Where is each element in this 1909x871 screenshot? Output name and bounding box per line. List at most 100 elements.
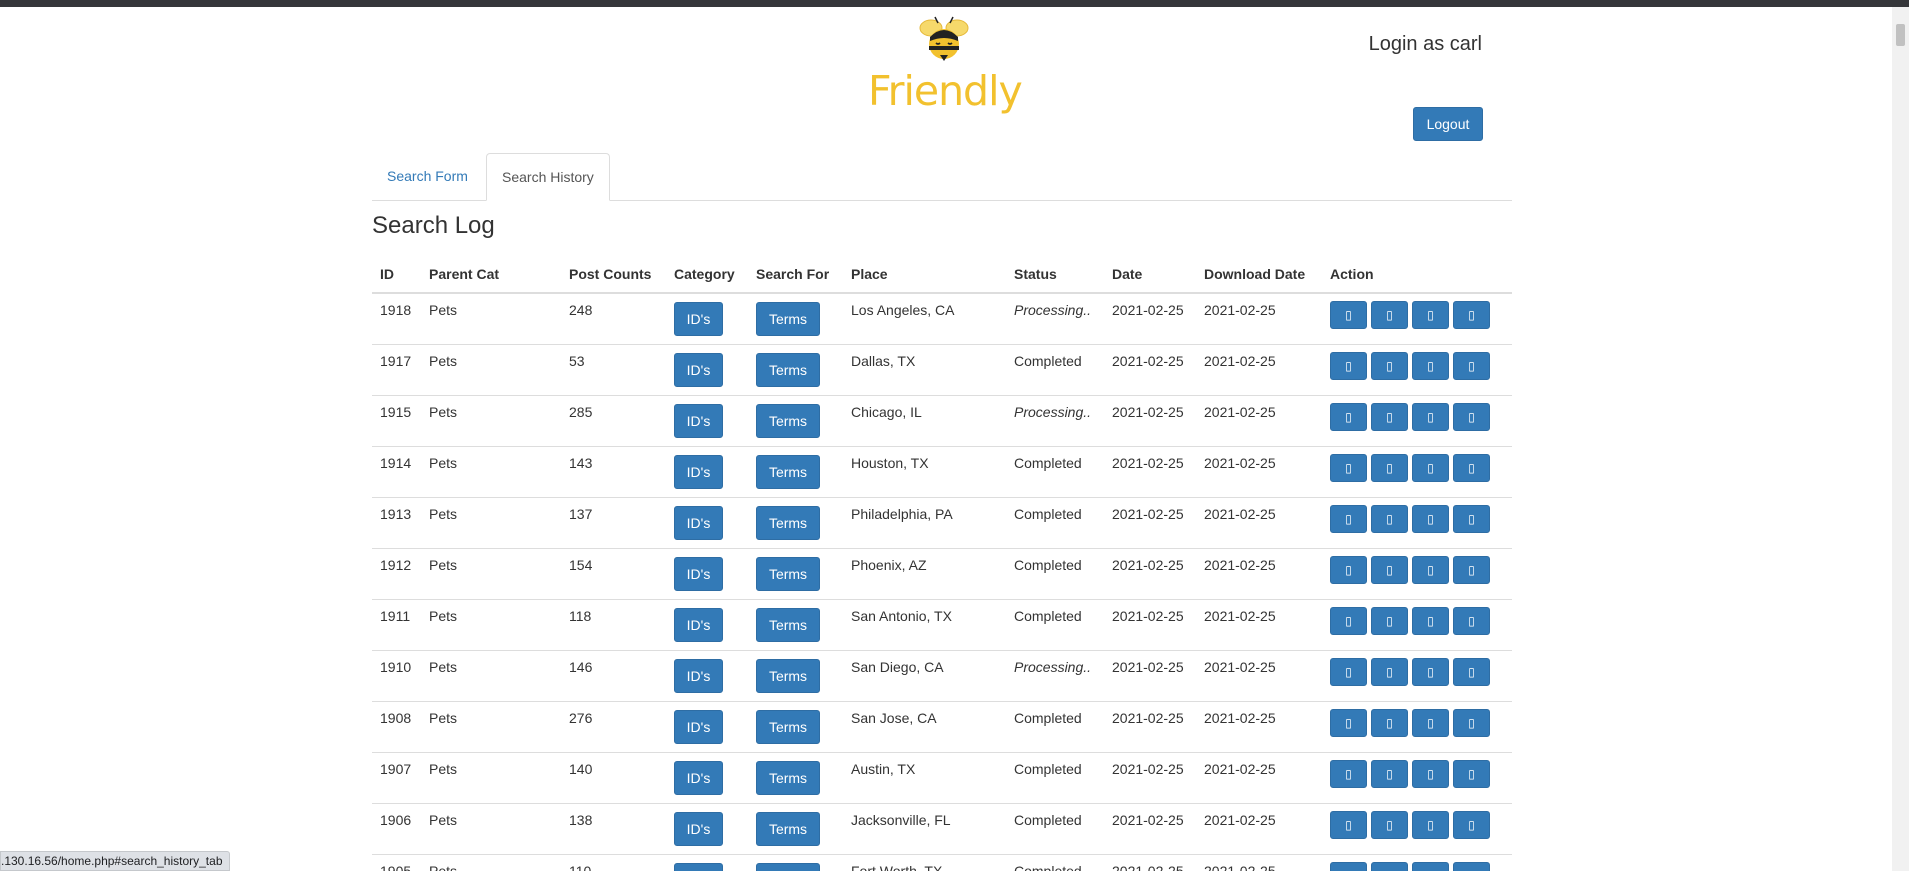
action-4-button[interactable]: ▯ xyxy=(1453,708,1490,737)
brand-logo[interactable]: Friendly xyxy=(868,13,1023,115)
search-for-terms-button[interactable]: Terms xyxy=(756,607,820,642)
action-2-button[interactable]: ▯ xyxy=(1371,657,1408,686)
table-row: 1917 Pets 53 ID's Terms Dallas, TX Completed 20… xyxy=(372,343,1512,395)
action-1-button[interactable]: ▯ xyxy=(1330,861,1367,871)
category-ids-button[interactable]: ID's xyxy=(674,403,723,438)
search-for-terms-button[interactable]: Terms xyxy=(756,658,820,693)
search-for-terms-button[interactable]: Terms xyxy=(756,454,820,489)
action-3-button[interactable]: ▯ xyxy=(1412,861,1449,871)
action-2-button[interactable]: ▯ xyxy=(1371,606,1408,635)
action-1-button[interactable]: ▯ xyxy=(1330,606,1367,635)
action-3-button[interactable]: ▯ xyxy=(1412,657,1449,686)
brand-wordmark: Friendly xyxy=(868,67,1023,115)
category-ids-button[interactable]: ID's xyxy=(674,302,723,336)
action-2-button[interactable]: ▯ xyxy=(1371,810,1408,839)
cell-post-counts: 285 xyxy=(561,394,666,446)
action-3-button[interactable]: ▯ xyxy=(1412,453,1449,482)
action-1-button[interactable]: ▯ xyxy=(1330,708,1367,737)
action-3-button[interactable]: ▯ xyxy=(1412,759,1449,788)
scrollbar-thumb[interactable] xyxy=(1896,24,1905,46)
action-2-button[interactable]: ▯ xyxy=(1371,453,1408,482)
cell-place: San Diego, CA xyxy=(843,649,1006,701)
action-4-button[interactable]: ▯ xyxy=(1453,657,1490,686)
action-3-button[interactable]: ▯ xyxy=(1412,810,1449,839)
search-for-terms-button[interactable]: Terms xyxy=(756,352,820,387)
cell-actions: ▯▯▯▯ xyxy=(1322,598,1512,650)
category-ids-button[interactable]: ID's xyxy=(674,862,723,871)
col-header-place: Place xyxy=(843,256,1006,294)
cell-post-counts: 140 xyxy=(561,751,666,803)
action-4-button[interactable]: ▯ xyxy=(1453,301,1490,329)
action-1-button[interactable]: ▯ xyxy=(1330,555,1367,584)
cell-place: Philadelphia, PA xyxy=(843,496,1006,548)
action-1-button[interactable]: ▯ xyxy=(1330,351,1367,380)
page-scrollbar[interactable] xyxy=(1892,7,1909,871)
search-for-terms-button[interactable]: Terms xyxy=(756,811,820,846)
action-4-button[interactable]: ▯ xyxy=(1453,453,1490,482)
action-1-button[interactable]: ▯ xyxy=(1330,402,1367,431)
action-3-button[interactable]: ▯ xyxy=(1412,351,1449,380)
cell-actions: ▯▯▯▯ xyxy=(1322,802,1512,854)
category-ids-button[interactable]: ID's xyxy=(674,760,723,795)
action-4-button[interactable]: ▯ xyxy=(1453,606,1490,635)
cell-actions: ▯▯▯▯ xyxy=(1322,292,1512,344)
action-4-button[interactable]: ▯ xyxy=(1453,504,1490,533)
action-3-button[interactable]: ▯ xyxy=(1412,504,1449,533)
action-3-button[interactable]: ▯ xyxy=(1412,301,1449,329)
search-for-terms-button[interactable]: Terms xyxy=(756,862,820,871)
action-3-button[interactable]: ▯ xyxy=(1412,555,1449,584)
cell-download-date: 2021-02-25 xyxy=(1196,700,1322,752)
action-1-button[interactable]: ▯ xyxy=(1330,657,1367,686)
search-log-table: ID Parent Cat Post Counts Category Searc… xyxy=(372,256,1512,871)
cell-post-counts: 137 xyxy=(561,496,666,548)
category-ids-button[interactable]: ID's xyxy=(674,556,723,591)
table-row: 1910 Pets 146 ID's Terms San Diego, CA Process… xyxy=(372,649,1512,701)
category-ids-button[interactable]: ID's xyxy=(674,505,723,540)
action-2-button[interactable]: ▯ xyxy=(1371,504,1408,533)
action-2-button[interactable]: ▯ xyxy=(1371,402,1408,431)
search-for-terms-button[interactable]: Terms xyxy=(756,709,820,744)
action-2-button[interactable]: ▯ xyxy=(1371,708,1408,737)
cell-place: Dallas, TX xyxy=(843,343,1006,395)
category-ids-button[interactable]: ID's xyxy=(674,658,723,693)
action-3-button[interactable]: ▯ xyxy=(1412,402,1449,431)
category-ids-button[interactable]: ID's xyxy=(674,454,723,489)
logout-button[interactable]: Logout xyxy=(1413,107,1483,141)
category-ids-cell: ID's xyxy=(666,292,748,344)
cell-place: San Jose, CA xyxy=(843,700,1006,752)
tab-search-form[interactable]: Search Form xyxy=(372,153,483,200)
action-2-button[interactable]: ▯ xyxy=(1371,351,1408,380)
search-for-terms-button[interactable]: Terms xyxy=(756,505,820,540)
table-row: 1918 Pets 248 ID's Terms Los Angeles, CA Proce… xyxy=(372,292,1512,344)
action-4-button[interactable]: ▯ xyxy=(1453,810,1490,839)
action-3-button[interactable]: ▯ xyxy=(1412,606,1449,635)
search-for-terms-cell: Terms xyxy=(748,598,843,650)
action-4-button[interactable]: ▯ xyxy=(1453,402,1490,431)
cell-place: Phoenix, AZ xyxy=(843,547,1006,599)
tab-search-history[interactable]: Search History xyxy=(486,153,610,201)
action-1-button[interactable]: ▯ xyxy=(1330,301,1367,329)
category-ids-button[interactable]: ID's xyxy=(674,709,723,744)
search-for-terms-button[interactable]: Terms xyxy=(756,403,820,438)
category-ids-button[interactable]: ID's xyxy=(674,352,723,387)
search-for-terms-button[interactable]: Terms xyxy=(756,556,820,591)
search-for-terms-button[interactable]: Terms xyxy=(756,302,820,336)
action-3-button[interactable]: ▯ xyxy=(1412,708,1449,737)
search-for-terms-button[interactable]: Terms xyxy=(756,760,820,795)
action-2-button[interactable]: ▯ xyxy=(1371,759,1408,788)
category-ids-button[interactable]: ID's xyxy=(674,811,723,846)
action-4-button[interactable]: ▯ xyxy=(1453,759,1490,788)
action-1-button[interactable]: ▯ xyxy=(1330,810,1367,839)
action-4-button[interactable]: ▯ xyxy=(1453,351,1490,380)
action-1-button[interactable]: ▯ xyxy=(1330,759,1367,788)
action-1-button[interactable]: ▯ xyxy=(1330,453,1367,482)
action-2-button[interactable]: ▯ xyxy=(1371,861,1408,871)
action-4-button[interactable]: ▯ xyxy=(1453,861,1490,871)
category-ids-button[interactable]: ID's xyxy=(674,607,723,642)
action-1-button[interactable]: ▯ xyxy=(1330,504,1367,533)
action-2-button[interactable]: ▯ xyxy=(1371,555,1408,584)
cell-post-counts: 154 xyxy=(561,547,666,599)
action-button-group: ▯▯▯▯ xyxy=(1330,759,1504,788)
action-2-button[interactable]: ▯ xyxy=(1371,301,1408,329)
action-4-button[interactable]: ▯ xyxy=(1453,555,1490,584)
